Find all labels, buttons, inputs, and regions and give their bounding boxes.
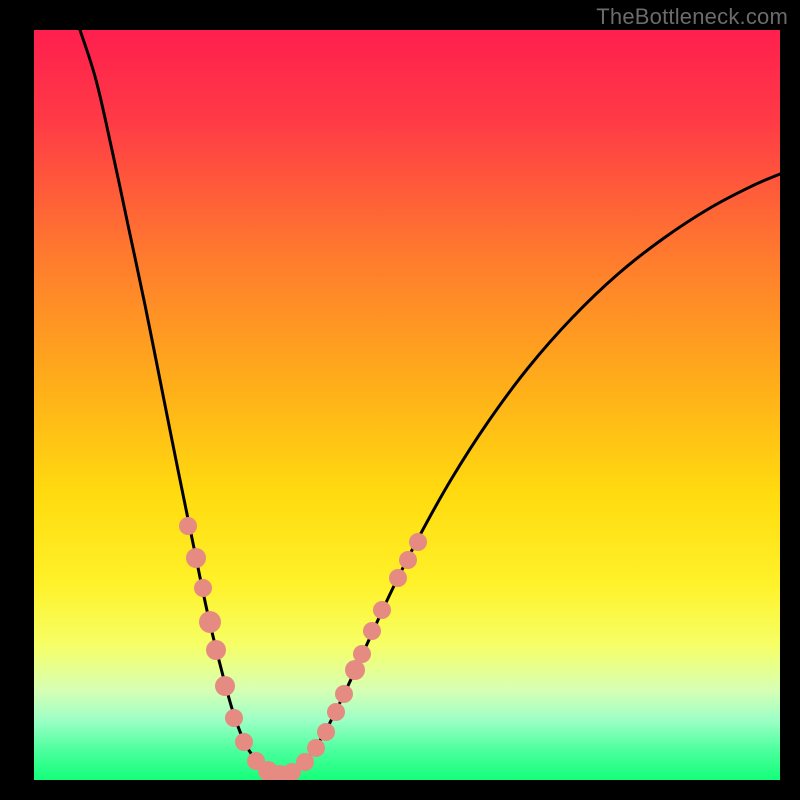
data-dot [186,548,206,568]
data-dot [179,517,197,535]
data-dot [399,551,417,569]
data-dot [235,733,253,751]
data-dot [389,569,407,587]
bottleneck-chart [0,0,800,800]
gradient-background [34,30,780,780]
data-dot [215,676,235,696]
data-dot [409,533,427,551]
data-dot [317,723,335,741]
data-dot [363,622,381,640]
data-dot [335,685,353,703]
data-dot [194,579,212,597]
data-dot [206,640,226,660]
data-dot [307,739,325,757]
data-dot [353,645,371,663]
data-dot [327,703,345,721]
data-dot [199,611,221,633]
chart-frame: TheBottleneck.com [0,0,800,800]
data-dot [225,709,243,727]
data-dot [296,753,314,771]
data-dot [373,601,391,619]
watermark-text: TheBottleneck.com [596,4,788,30]
